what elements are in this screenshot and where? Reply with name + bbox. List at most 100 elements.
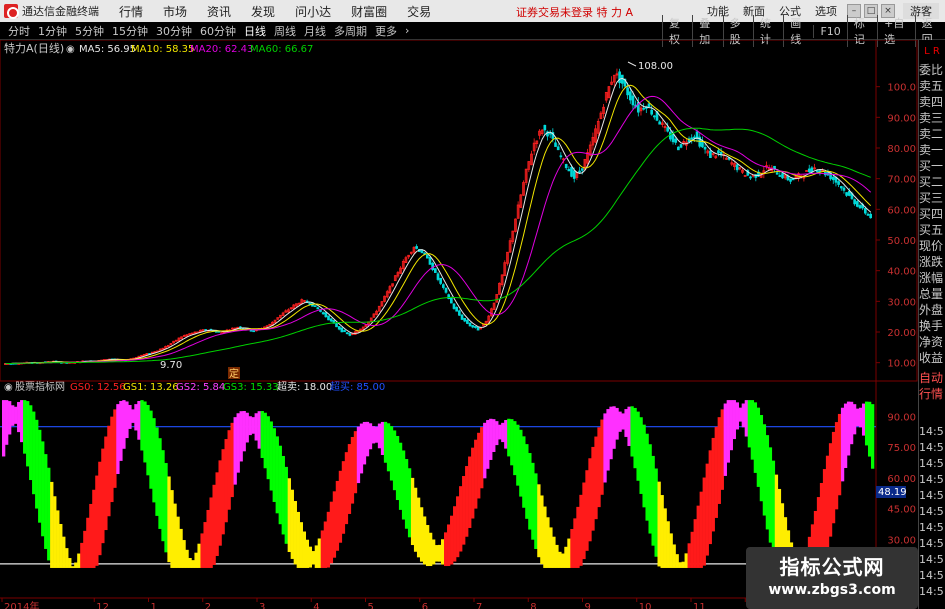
indicator-bar: [438, 544, 442, 562]
indicator-bar: [143, 401, 147, 463]
indicator-bar: [474, 439, 478, 509]
candle-body: [471, 325, 475, 328]
candle-body: [570, 167, 573, 177]
candle-body: [327, 315, 330, 321]
indicator-bar: [416, 497, 421, 558]
indicator-bar: [840, 407, 845, 482]
period-5min[interactable]: 5分钟: [71, 23, 108, 39]
indicator-bar: [564, 546, 568, 568]
indicator-bar: [290, 489, 294, 559]
candle-body: [628, 91, 632, 101]
indicator-bar: [140, 400, 144, 451]
chevron-right-icon[interactable]: ›: [401, 24, 413, 37]
indicator-bar: [11, 405, 15, 426]
indicator-bar: [666, 521, 670, 568]
chart-settings-icon[interactable]: ◉: [66, 44, 75, 55]
menu-item-quotes[interactable]: 行情: [109, 3, 153, 20]
quote-field-label: 卖四: [919, 95, 944, 109]
period-multi[interactable]: 多周期: [330, 23, 371, 39]
indicator-bar: [257, 411, 261, 449]
indicator-bar: [732, 400, 736, 440]
indicator-bar: [519, 429, 523, 497]
indicator-bar: [870, 404, 875, 469]
menu-item-discover[interactable]: 发现: [241, 3, 285, 20]
menu-item-ask[interactable]: 问小达: [285, 3, 341, 20]
stock-chart-area[interactable]: 特力A(日线) ◉ MA5: 56.95 MA10: 58.35 MA20: 6…: [0, 40, 918, 609]
quote-badge[interactable]: L R: [919, 46, 945, 60]
candle-body: [650, 109, 653, 115]
indicator-bar: [434, 545, 439, 562]
indicator-bar: [450, 515, 454, 565]
quote-field-label[interactable]: 自动: [919, 370, 945, 386]
tick-time: 14:5: [919, 537, 944, 550]
indicator-settings-icon[interactable]: ◉: [4, 382, 13, 393]
login-status[interactable]: 证券交易未登录 特 力 A: [516, 4, 633, 20]
candle-body: [249, 329, 253, 332]
indicator-bar: [296, 511, 300, 568]
period-daily[interactable]: 日线: [240, 23, 270, 39]
candle-body: [337, 326, 341, 330]
indicator-bar: [305, 539, 310, 568]
indicator-bar: [693, 519, 697, 568]
period-60min[interactable]: 60分钟: [196, 23, 240, 39]
indicator-bar: [462, 475, 466, 545]
indicator-bar: [531, 462, 535, 540]
indicator-bar: [104, 436, 108, 531]
period-monthly[interactable]: 月线: [300, 23, 330, 39]
indicator-bar: [185, 549, 189, 568]
time-tick-label: 8: [530, 602, 536, 609]
period-1min[interactable]: 1分钟: [34, 23, 71, 39]
menu-item-trade[interactable]: 交易: [397, 3, 441, 20]
indicator-bar: [71, 566, 75, 568]
indicator-bar: [477, 432, 481, 499]
indicator-bar: [272, 428, 276, 502]
tool-f10[interactable]: F10: [813, 24, 846, 38]
indicator-bar: [47, 467, 51, 561]
indicator-bar: [197, 543, 201, 568]
indicator-bar: [663, 508, 667, 568]
indicator-bar: [68, 558, 72, 568]
candle-body: [444, 287, 448, 293]
indicator-bar: [110, 416, 114, 503]
indicator-bar: [831, 431, 836, 524]
indicator-y-tick-label: 90.00: [887, 412, 916, 423]
indicator-bar: [119, 401, 123, 461]
indicator-bar: [453, 506, 457, 562]
period-30min[interactable]: 30分钟: [152, 23, 196, 39]
period-weekly[interactable]: 周线: [270, 23, 300, 39]
tick-time: 14:5: [919, 473, 944, 486]
indicator-bar: [74, 562, 78, 568]
period-timeshare[interactable]: 分时: [4, 23, 34, 39]
indicator-bar: [684, 553, 688, 568]
indicator-bar: [164, 463, 168, 553]
quote-field-label[interactable]: 行情: [919, 386, 945, 402]
menu-item-wealth[interactable]: 财富圈: [341, 3, 397, 20]
indicator-bar: [344, 452, 349, 525]
period-more[interactable]: 更多: [371, 23, 401, 39]
indicator-bar: [618, 411, 622, 432]
indicator-bar: [492, 419, 496, 452]
candle-body: [450, 296, 453, 304]
indicator-bar: [645, 433, 649, 521]
indicator-bar: [864, 401, 869, 446]
main-frame: [0, 40, 918, 382]
indicator-bar: [762, 424, 767, 516]
candle-body: [466, 319, 469, 324]
candle-body: [781, 173, 784, 179]
candle-body: [778, 175, 782, 177]
indicator-bar: [834, 422, 839, 510]
menu-item-news[interactable]: 资讯: [197, 3, 241, 20]
indicator-bar: [341, 461, 346, 534]
indicator-bar: [398, 442, 403, 510]
event-marker-label: 定: [229, 367, 239, 380]
stock-label: 特力A(日线): [4, 41, 64, 55]
y-tick-label: 100.0: [887, 83, 916, 94]
indicator-bar: [549, 527, 553, 568]
period-15min[interactable]: 15分钟: [108, 23, 152, 39]
indicator-bar: [260, 411, 264, 458]
candle-body: [749, 176, 752, 179]
quote-field-label: 外盘: [919, 303, 944, 317]
candle-body: [831, 176, 835, 181]
indicator-bar: [362, 421, 367, 465]
menu-item-market[interactable]: 市场: [153, 3, 197, 20]
